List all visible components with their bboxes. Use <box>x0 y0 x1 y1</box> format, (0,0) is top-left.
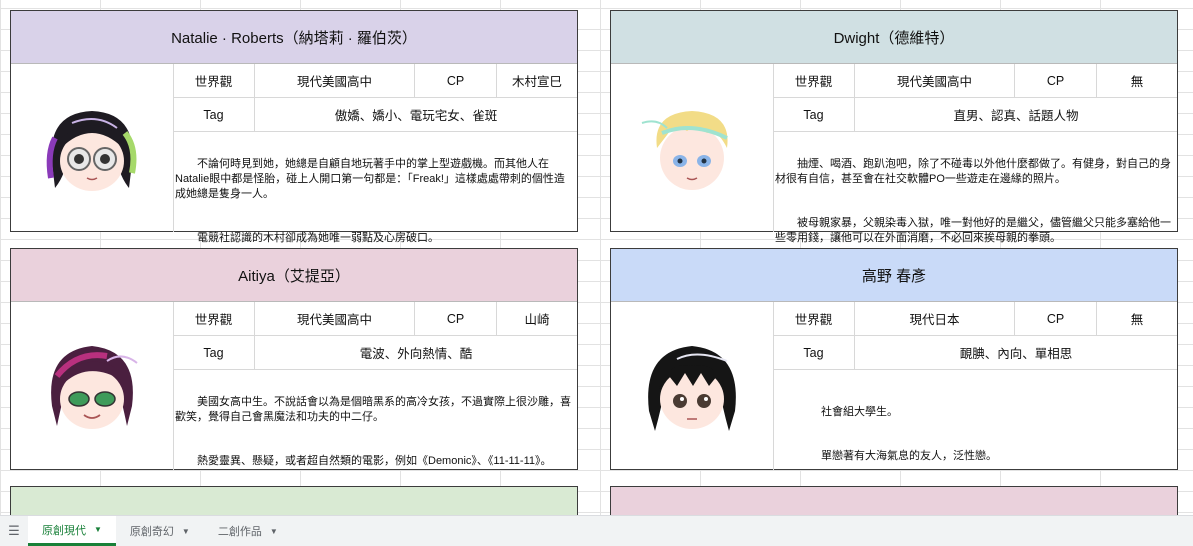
value-cp: 無 <box>1130 313 1144 327</box>
character-card-natalie: Natalie · Roberts（納塔莉 · 羅伯茨） 世界觀 現代美國高中 … <box>10 10 578 244</box>
character-portrait <box>11 64 174 232</box>
description-paragraph: 被母親家暴，父親染毒入獄，唯一對他好的是繼父，儘管繼父只能多塞給他一些零用錢，讓… <box>775 217 1171 244</box>
dropdown-caret-icon[interactable]: ▼ <box>182 527 190 536</box>
character-description: 美國女高中生。不說話會以為是個暗黑系的高冷女孩，不過實際上很沙雕，喜歡笑，覺得自… <box>173 370 577 498</box>
value-world: 現代美國高中 <box>855 64 1015 97</box>
sheet-tab-bar: ☰ 原創現代 ▼ 原創奇幻 ▼ 二創作品 ▼ <box>0 515 1193 546</box>
value-cp: 山崎 <box>524 313 550 327</box>
description-paragraph: 電競社認識的木村卻成為她唯一弱點及心房破口。 <box>175 232 439 244</box>
value-cp: 木村宣巳 <box>511 75 562 89</box>
description-paragraph: 不論何時見到她，她總是自顧自地玩著手中的掌上型遊戲機。而其他人在Natalie眼… <box>175 158 565 200</box>
label-world: 世界觀 <box>773 64 855 97</box>
label-tag: Tag <box>773 98 855 131</box>
label-tag: Tag <box>773 336 855 369</box>
label-cp: CP <box>415 302 497 335</box>
description-paragraph: 單戀著有大海氣息的友人，泛性戀。 <box>799 450 997 462</box>
sheet-tab-original-modern[interactable]: 原創現代 ▼ <box>28 516 116 546</box>
description-paragraph: 社會組大學生。 <box>799 406 898 418</box>
character-name: Aitiya（艾提亞） <box>238 267 350 285</box>
description-paragraph: 抽煙、喝酒、跑趴泡吧，除了不碰毒以外他什麼都做了。有健身，對自己的身材很有自信，… <box>775 158 1171 185</box>
tab-label: 原創奇幻 <box>129 526 174 538</box>
character-card-next-right <box>610 486 1178 515</box>
aitiya-avatar-image <box>51 346 138 429</box>
description-paragraph: 美國女高中生。不說話會以為是個暗黑系的高冷女孩，不過實際上很沙雕，喜歡笑，覺得自… <box>175 396 571 423</box>
value-cp: 無 <box>1130 75 1144 89</box>
character-portrait <box>611 302 774 470</box>
character-card-next-left <box>10 486 578 515</box>
character-card-dwight: Dwight（德維特） 世界觀 現代美國高中 CP 無 Tag 直男、認真、話題… <box>610 10 1178 244</box>
value-tags: 靦腆、內向、單相思 <box>959 347 1073 361</box>
label-cp: CP <box>415 64 497 97</box>
card-header: Aitiya（艾提亞） <box>11 249 577 302</box>
label-world: 世界觀 <box>773 302 855 335</box>
label-tag: Tag <box>173 336 255 369</box>
label-world: 世界觀 <box>173 64 255 97</box>
value-tags: 電波、外向熱情、酷 <box>359 347 473 361</box>
character-portrait <box>11 302 174 470</box>
tab-label: 二創作品 <box>217 526 262 538</box>
value-tags: 傲嬌、嬌小、電玩宅女、雀斑 <box>334 109 498 123</box>
character-portrait <box>611 64 774 232</box>
sheet-tab-fan-works[interactable]: 二創作品 ▼ <box>204 516 292 546</box>
natalie-avatar-image <box>46 111 137 191</box>
value-world: 現代日本 <box>855 302 1015 335</box>
dropdown-caret-icon[interactable]: ▼ <box>270 527 278 536</box>
character-card-takano: 高野 春彥 世界觀 現代日本 CP 無 Tag 靦腆、內向、單相思 社會組大學生… <box>610 248 1178 470</box>
dropdown-caret-icon[interactable]: ▼ <box>94 525 102 534</box>
character-description: 社會組大學生。 單戀著有大海氣息的友人，泛性戀。 <box>773 370 1177 493</box>
card-header: 高野 春彥 <box>611 249 1177 302</box>
label-cp: CP <box>1015 302 1097 335</box>
takano-avatar-image <box>648 346 736 431</box>
tab-label: 原創現代 <box>42 524 86 537</box>
dwight-avatar-image <box>641 111 728 190</box>
value-world: 現代美國高中 <box>255 64 415 97</box>
value-world: 現代美國高中 <box>255 302 415 335</box>
character-name: 高野 春彥 <box>861 267 927 285</box>
card-header: Natalie · Roberts（納塔莉 · 羅伯茨） <box>11 11 577 64</box>
label-world: 世界觀 <box>173 302 255 335</box>
card-header: Dwight（德維特） <box>611 11 1177 64</box>
character-card-aitiya: Aitiya（艾提亞） 世界觀 現代美國高中 CP 山崎 Tag 電波、外向熱情… <box>10 248 578 470</box>
character-name: Dwight（德維特） <box>833 29 955 47</box>
character-name: Natalie · Roberts（納塔莉 · 羅伯茨） <box>171 29 417 47</box>
hamburger-menu-icon[interactable]: ☰ <box>0 516 28 546</box>
sheet-tab-original-fantasy[interactable]: 原創奇幻 ▼ <box>116 516 204 546</box>
description-paragraph: 熱愛靈異、懸疑，或者超自然類的電影，例如《Demonic》、《11-11-11》… <box>175 455 552 467</box>
value-tags: 直男、認真、話題人物 <box>953 109 1079 123</box>
label-cp: CP <box>1015 64 1097 97</box>
spreadsheet-area[interactable]: Natalie · Roberts（納塔莉 · 羅伯茨） 世界觀 現代美國高中 … <box>0 0 1193 515</box>
label-tag: Tag <box>173 98 255 131</box>
